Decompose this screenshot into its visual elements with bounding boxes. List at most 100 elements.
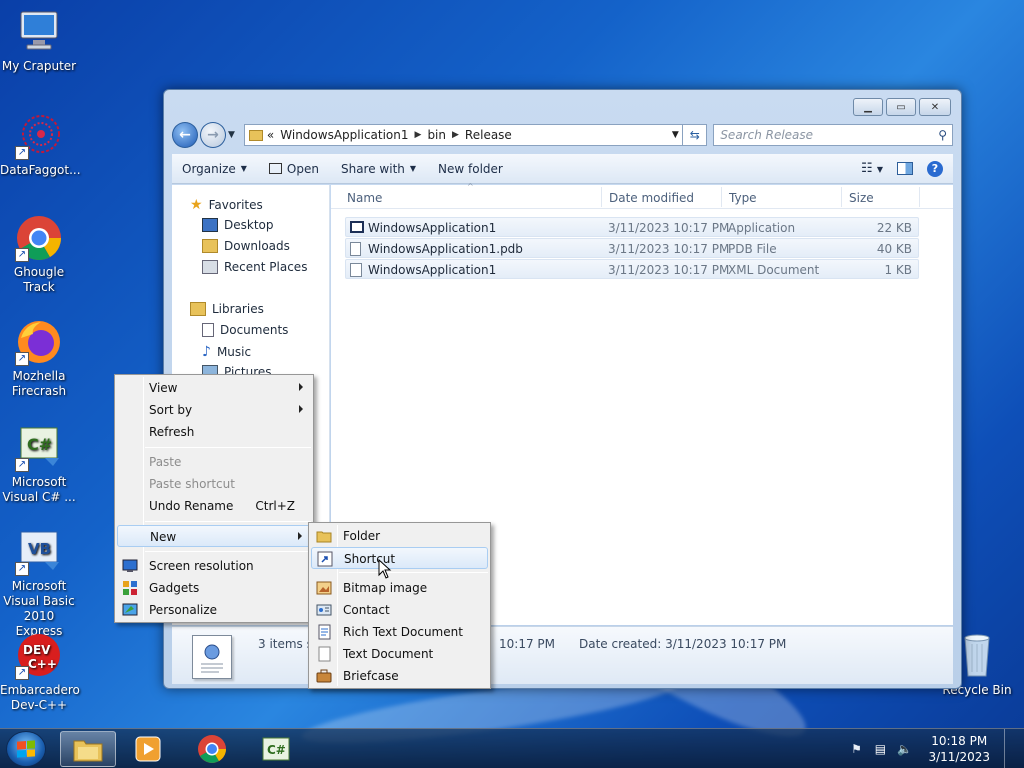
breadcrumb-bin[interactable]: bin [427, 128, 446, 142]
new-folder-button[interactable]: New folder [438, 162, 503, 176]
shortcut-arrow-icon: ↗ [15, 352, 29, 366]
recent-places-icon [202, 260, 218, 274]
table-row[interactable]: WindowsApplication1.pdb 3/11/2023 10:17 … [345, 238, 919, 258]
new-folder-label: New folder [438, 161, 503, 176]
visual-basic-icon: VB ↗ [15, 528, 63, 576]
menu-item-paste[interactable]: Paste [117, 451, 311, 473]
share-with-button[interactable]: Share with ▼ [341, 162, 416, 176]
taskbar-media-player-button[interactable] [120, 731, 176, 767]
contact-icon [316, 602, 332, 618]
folder-icon [248, 129, 263, 141]
chevron-right-icon [299, 405, 303, 413]
breadcrumb-release[interactable]: Release [465, 128, 512, 142]
help-icon[interactable]: ? [927, 160, 943, 177]
column-divider[interactable] [601, 187, 602, 207]
menu-item-new-shortcut[interactable]: Shortcut [311, 547, 488, 569]
search-icon: ⚲ [938, 128, 947, 142]
desktop-icon-firefox[interactable]: ↗ Mozhella Firecrash [0, 318, 78, 399]
open-button[interactable]: Open [268, 162, 319, 176]
menu-item-sort-by[interactable]: Sort by [117, 399, 311, 421]
nav-documents[interactable]: Documents [202, 323, 288, 337]
chevron-down-icon: ▼ [409, 164, 417, 173]
desktop-icon-devcpp[interactable]: DEV C++ ↗ Embarcadero Dev-C++ [0, 632, 80, 713]
clock[interactable]: 10:18 PM 3/11/2023 [928, 733, 990, 765]
column-divider[interactable] [841, 187, 842, 207]
preview-pane-icon[interactable] [897, 162, 913, 175]
menu-item-personalize[interactable]: Personalize [117, 599, 311, 621]
taskbar-chrome-button[interactable] [184, 731, 240, 767]
nav-downloads[interactable]: Downloads [202, 239, 290, 253]
desktop-icon-computer[interactable]: My Craputer [0, 8, 78, 74]
menu-item-new-text-document[interactable]: Text Document [311, 643, 488, 665]
visual-csharp-icon: C# [262, 737, 290, 761]
minimize-button[interactable]: ▁ [853, 98, 883, 116]
breadcrumb-windowsapplication1[interactable]: WindowsApplication1 [280, 128, 408, 142]
organize-label: Organize [182, 161, 236, 176]
view-options-icon[interactable]: ☷ ▼ [861, 161, 883, 176]
action-center-icon[interactable]: ⚑ [848, 741, 864, 757]
menu-item-new-rich-text-document[interactable]: Rich Text Document [311, 621, 488, 643]
menu-item-new-bitmap-image[interactable]: Bitmap image [311, 577, 488, 599]
taskbar-explorer-button[interactable] [60, 731, 116, 767]
start-button[interactable] [6, 731, 46, 767]
menu-item-label: Paste [149, 455, 182, 469]
computer-icon [15, 8, 63, 56]
breadcrumb-separator-icon[interactable]: ▶ [452, 130, 459, 140]
table-row[interactable]: WindowsApplication1 3/11/2023 10:17 PM X… [345, 259, 919, 279]
menu-item-new-briefcase[interactable]: Briefcase [311, 665, 488, 687]
column-date-modified[interactable]: Date modified [609, 191, 694, 205]
menu-item-undo-rename[interactable]: Undo Rename Ctrl+Z [117, 495, 311, 517]
nav-favorites[interactable]: ★ Favorites [190, 197, 263, 213]
column-divider[interactable] [721, 187, 722, 207]
menu-item-view[interactable]: View [117, 377, 311, 399]
nav-libraries[interactable]: Libraries [190, 302, 264, 316]
address-overflow[interactable]: « [267, 128, 274, 142]
search-input[interactable]: Search Release ⚲ [713, 124, 953, 146]
menu-item-new-folder[interactable]: Folder [311, 525, 488, 547]
nav-desktop[interactable]: Desktop [202, 218, 274, 232]
navigation-bar: ← → ▼ « WindowsApplication1 ▶ bin ▶ Rele… [172, 122, 953, 148]
nav-music-label: Music [216, 345, 252, 359]
organize-button[interactable]: Organize ▼ [182, 162, 247, 176]
close-button[interactable]: ✕ [919, 98, 951, 116]
file-date: 3/11/2023 10:17 PM [608, 263, 730, 277]
desktop-icon-chrome[interactable]: ↗ Ghougle Track [0, 214, 78, 295]
column-type[interactable]: Type [729, 191, 757, 205]
menu-item-new[interactable]: New [117, 525, 311, 547]
refresh-button[interactable]: ⇆ [683, 124, 708, 146]
address-dropdown-icon[interactable]: ▼ [668, 130, 682, 140]
column-divider[interactable] [919, 187, 920, 207]
menu-item-screen-resolution[interactable]: Screen resolution [117, 555, 311, 577]
network-icon[interactable]: ▤ [872, 741, 888, 757]
column-size[interactable]: Size [849, 191, 874, 205]
volume-icon[interactable]: 🔈 [896, 741, 912, 757]
menu-item-new-contact[interactable]: Contact [311, 599, 488, 621]
menu-separator [145, 521, 311, 522]
menu-item-refresh[interactable]: Refresh [117, 421, 311, 443]
menu-item-label: Screen resolution [149, 559, 254, 573]
multiple-files-icon [192, 635, 232, 679]
screen-resolution-icon [122, 558, 138, 574]
maximize-button[interactable]: ▭ [886, 98, 916, 116]
desktop-icon-visual-csharp[interactable]: C# ↗ Microsoft Visual C# ... [0, 424, 78, 505]
table-row[interactable]: WindowsApplication1 3/11/2023 10:17 PM A… [345, 217, 919, 237]
desktop-icon-datafaggot[interactable]: ↗ DataFaggot... [0, 112, 81, 178]
file-date: 3/11/2023 10:17 PM [608, 221, 730, 235]
back-button[interactable]: ← [172, 122, 198, 148]
show-desktop-button[interactable] [1004, 729, 1016, 768]
desktop-icon-visual-basic[interactable]: VB ↗ Microsoft Visual Basic 2010 Express [0, 528, 78, 639]
menu-item-gadgets[interactable]: Gadgets [117, 577, 311, 599]
file-name: WindowsApplication1 [368, 221, 497, 235]
file-icon [350, 242, 361, 256]
recent-pages-button[interactable]: ▼ [228, 130, 240, 140]
forward-button[interactable]: → [199, 122, 226, 148]
breadcrumb-separator-icon[interactable]: ▶ [415, 130, 422, 140]
menu-item-paste-shortcut[interactable]: Paste shortcut [117, 473, 311, 495]
column-name[interactable]: Name [347, 191, 382, 205]
address-bar[interactable]: « WindowsApplication1 ▶ bin ▶ Release ▼ [243, 124, 684, 146]
chevron-right-icon [298, 532, 302, 540]
date-created-text: Date created: 3/11/2023 10:17 PM [579, 637, 787, 651]
nav-music[interactable]: ♪ Music [202, 344, 251, 360]
nav-recent-places[interactable]: Recent Places [202, 260, 307, 274]
taskbar-visual-csharp-button[interactable]: C# [248, 731, 304, 767]
